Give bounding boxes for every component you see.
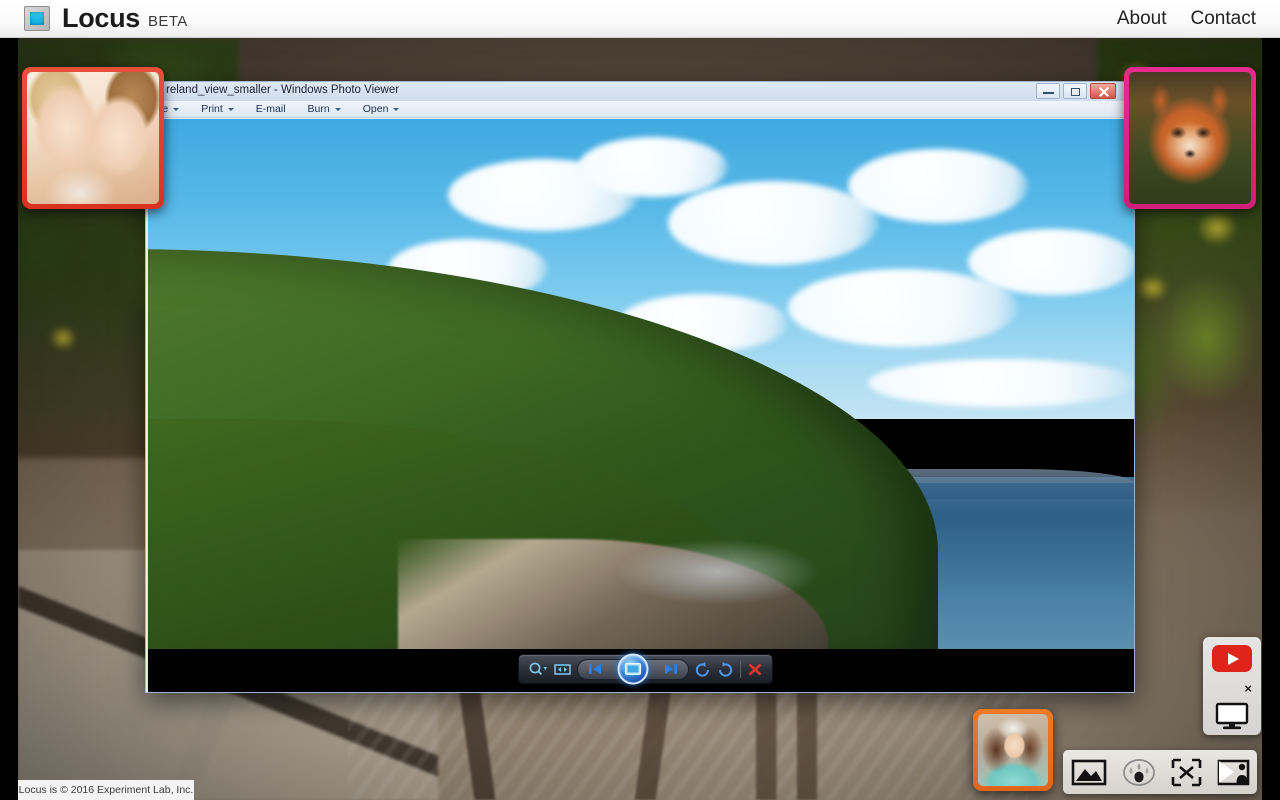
present-icon bbox=[1217, 759, 1249, 785]
next-icon bbox=[664, 664, 677, 674]
delete-red-x-icon bbox=[748, 663, 762, 675]
brand-name: Locus bbox=[62, 3, 141, 33]
next-button[interactable] bbox=[662, 662, 679, 676]
monitor-button[interactable] bbox=[1215, 702, 1249, 735]
nav-link-contact[interactable]: Contact bbox=[1191, 8, 1256, 30]
widget-panel: × bbox=[1203, 637, 1261, 735]
menu-email[interactable]: E-mail bbox=[256, 103, 286, 115]
window-controls bbox=[1036, 83, 1116, 99]
image-button[interactable] bbox=[1071, 759, 1107, 786]
photo-canvas[interactable] bbox=[148, 119, 1134, 692]
photo-cloud bbox=[868, 359, 1134, 407]
footer-copyright: Locus is © 2016 Experiment Lab, Inc. bbox=[18, 780, 194, 800]
menu-burn[interactable]: Burn bbox=[308, 103, 341, 115]
play-slideshow-button[interactable] bbox=[617, 653, 649, 685]
top-navigation: About Contact bbox=[1117, 8, 1256, 30]
gaze-heatmap-icon bbox=[1122, 758, 1155, 786]
present-button[interactable] bbox=[1217, 759, 1250, 786]
tool-icon-bar bbox=[1063, 750, 1257, 794]
gaze-heatmap-button[interactable] bbox=[1122, 758, 1156, 787]
maximize-button[interactable] bbox=[1063, 83, 1087, 99]
menu-print[interactable]: Print bbox=[201, 103, 234, 115]
previous-button[interactable] bbox=[587, 662, 604, 676]
thumbnail-woman[interactable] bbox=[973, 709, 1053, 791]
displayed-photograph bbox=[148, 119, 1134, 649]
photo-cloud bbox=[848, 149, 1028, 223]
photo-viewer-toolbar: le Print E-mail Burn Open bbox=[146, 101, 1134, 118]
menu-email-label: E-mail bbox=[255, 103, 286, 115]
image-icon bbox=[1071, 759, 1106, 785]
slideshow-play-icon bbox=[624, 663, 641, 675]
fit-to-window-icon bbox=[554, 663, 571, 675]
controls-divider bbox=[740, 660, 742, 678]
fit-to-window-control[interactable] bbox=[554, 662, 571, 677]
windows-photo-viewer-window[interactable]: reland_view_smaller - Windows Photo View… bbox=[145, 81, 1135, 693]
youtube-play-icon bbox=[1228, 652, 1239, 665]
menu-print-label: Print bbox=[201, 103, 223, 115]
photo-navigation-group bbox=[576, 653, 689, 685]
thumbnail-woman-image bbox=[978, 714, 1048, 786]
photo-cloud bbox=[578, 137, 728, 197]
chevron-down-icon bbox=[173, 107, 180, 111]
delete-button[interactable] bbox=[747, 662, 763, 677]
chevron-down-icon bbox=[393, 107, 400, 111]
rotate-ccw-icon bbox=[696, 661, 710, 677]
beta-badge: BETA bbox=[148, 13, 188, 30]
frame-right bbox=[1262, 38, 1280, 800]
youtube-play-button[interactable] bbox=[1212, 645, 1252, 672]
photo-viewer-controls bbox=[518, 653, 773, 685]
widget-close-button[interactable]: × bbox=[1244, 682, 1252, 695]
zoom-control[interactable] bbox=[528, 661, 548, 677]
frame-left bbox=[0, 38, 18, 800]
chevron-down-icon bbox=[227, 107, 234, 111]
chevron-down-icon bbox=[334, 107, 341, 111]
monitor-icon bbox=[1215, 702, 1249, 730]
menu-open-label: Open bbox=[362, 103, 389, 115]
fullscreen-icon bbox=[1171, 758, 1201, 786]
rotate-clockwise-button[interactable] bbox=[717, 661, 734, 677]
photo-cloud bbox=[668, 181, 878, 265]
photo-cloud bbox=[968, 229, 1134, 295]
nav-link-about[interactable]: About bbox=[1117, 8, 1167, 30]
thumbnail-fox[interactable] bbox=[1124, 67, 1256, 209]
screen-logo-icon bbox=[24, 6, 50, 31]
rotate-counterclockwise-button[interactable] bbox=[694, 661, 711, 677]
page-root: Locus BETA About Contact reland_view_sma… bbox=[0, 0, 1280, 800]
previous-icon bbox=[588, 664, 601, 674]
minimize-button[interactable] bbox=[1036, 83, 1060, 99]
photo-viewer-title: reland_view_smaller - Windows Photo View… bbox=[166, 84, 400, 96]
rotate-cw-icon bbox=[719, 661, 733, 677]
photo-water-reflection bbox=[578, 539, 858, 649]
close-button[interactable] bbox=[1090, 83, 1116, 99]
photo-viewer-titlebar[interactable]: reland_view_smaller - Windows Photo View… bbox=[146, 82, 1134, 101]
app-header: Locus BETA About Contact bbox=[0, 0, 1280, 38]
magnifier-dropdown-icon bbox=[529, 662, 547, 676]
thumbnail-fox-image bbox=[1129, 72, 1251, 204]
fullscreen-button[interactable] bbox=[1171, 758, 1202, 787]
brand: Locus BETA bbox=[24, 5, 188, 32]
thumbnail-girls-image bbox=[27, 72, 159, 204]
menu-open[interactable]: Open bbox=[363, 103, 400, 115]
menu-burn-label: Burn bbox=[307, 103, 330, 115]
thumbnail-girls[interactable] bbox=[22, 67, 164, 209]
